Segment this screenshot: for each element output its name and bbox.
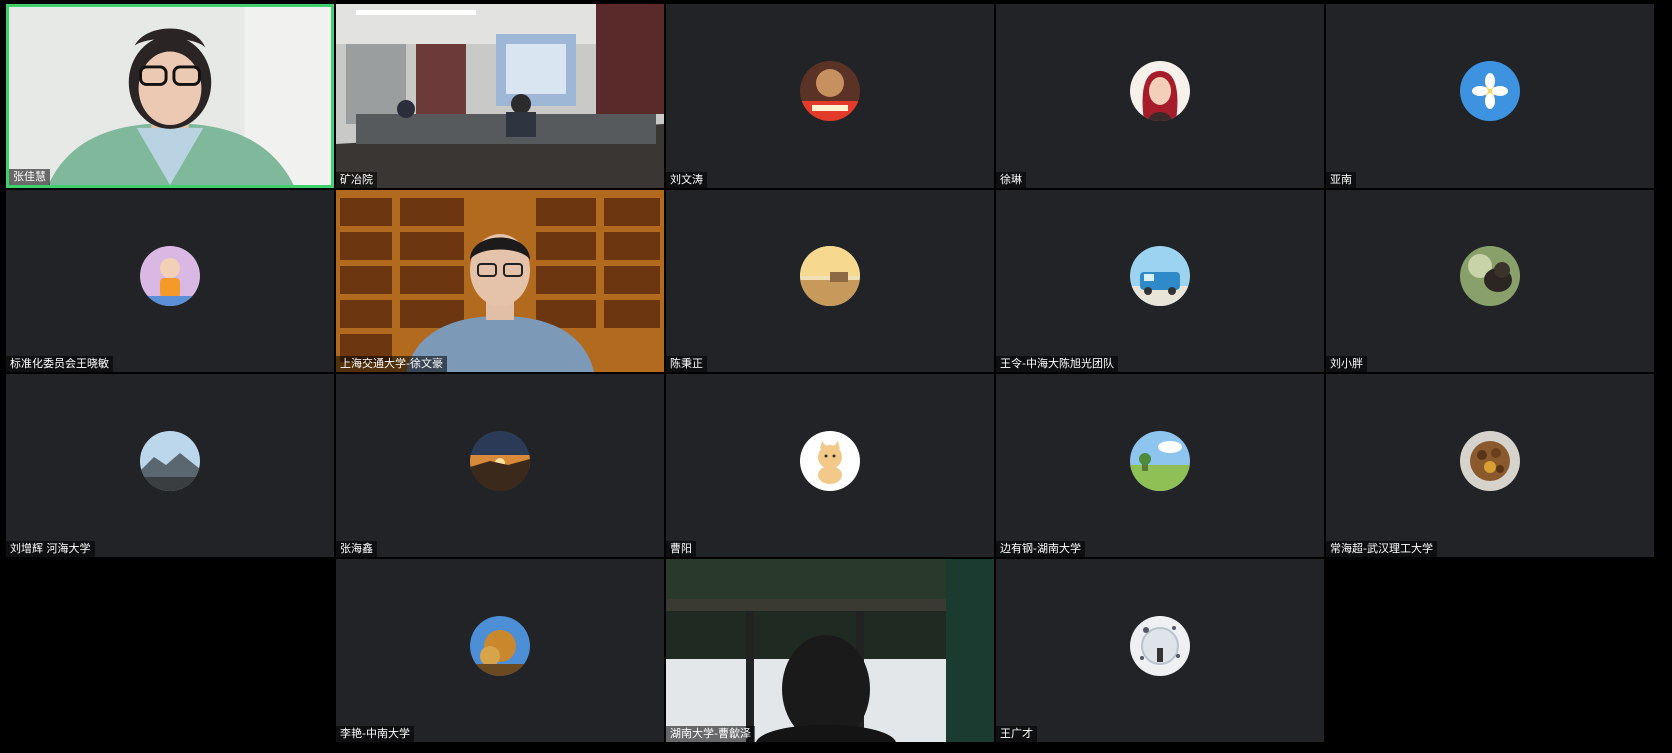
participant-tile[interactable]: 刘文涛: [666, 4, 994, 188]
meadow-avatar-icon: [1130, 430, 1190, 491]
participant-tile[interactable]: 亚南: [1326, 4, 1654, 188]
participant-name: 刘小胖: [1326, 356, 1367, 372]
participant-tile[interactable]: 张佳慧: [6, 4, 334, 188]
participant-name: 矿冶院: [336, 172, 377, 188]
participant-tile[interactable]: 刘小胖: [1326, 190, 1654, 372]
cartoon-girl-avatar-icon: [1130, 61, 1190, 121]
participant-name: 刘文涛: [666, 172, 707, 188]
participant-tile[interactable]: 陈秉正: [666, 190, 994, 372]
flower-sky-avatar-icon: [1460, 61, 1520, 121]
participant-tile[interactable]: 张海鑫: [336, 374, 664, 557]
participant-tile[interactable]: 上海交通大学-徐文豪: [336, 190, 664, 372]
participant-video: [666, 559, 994, 742]
participant-tile[interactable]: 徐琳: [996, 4, 1324, 188]
dog-avatar-icon: [1460, 246, 1520, 306]
participant-tile[interactable]: 李艳-中南大学: [336, 559, 664, 742]
participant-name: 张海鑫: [336, 541, 377, 557]
profile-photo-icon: [800, 61, 860, 121]
participant-name: 上海交通大学-徐文豪: [336, 356, 447, 372]
participant-video: [336, 4, 664, 188]
participant-tile[interactable]: 曹阳: [666, 374, 994, 557]
participant-name: 王广才: [996, 726, 1037, 742]
autumn-tree-avatar-icon: [470, 615, 530, 676]
participant-name: 标准化委员会王晓敏: [6, 356, 113, 372]
participant-name: 张佳慧: [9, 169, 50, 185]
cartoon-cat-avatar-icon: [800, 430, 860, 491]
participant-name: 李艳-中南大学: [336, 726, 414, 742]
sunset-avatar-icon: [470, 430, 530, 491]
participant-name: 曹阳: [666, 541, 696, 557]
participant-tile[interactable]: 标准化委员会王晓敏: [6, 190, 334, 372]
participant-video: [336, 190, 664, 372]
bubble-avatar-icon: [1130, 615, 1190, 676]
sunset-room-avatar-icon: [800, 246, 860, 306]
participant-name: 湖南大学-曹歙泽: [666, 726, 755, 742]
participant-name: 刘增辉 河海大学: [6, 541, 95, 557]
participant-video: [9, 7, 331, 185]
child-avatar-icon: [140, 246, 200, 306]
participant-tile[interactable]: 湖南大学-曹歙泽: [666, 559, 994, 742]
participant-name: 亚南: [1326, 172, 1356, 188]
blue-van-avatar-icon: [1130, 246, 1190, 306]
participant-name: 常海超-武汉理工大学: [1326, 541, 1437, 557]
participant-tile[interactable]: 王广才: [996, 559, 1324, 742]
participant-tile[interactable]: 常海超-武汉理工大学: [1326, 374, 1654, 557]
participant-tile[interactable]: 矿冶院: [336, 4, 664, 188]
participant-name: 徐琳: [996, 172, 1026, 188]
video-grid: 张佳慧 矿冶院 刘文涛 徐琳 亚南 标准化委员会王晓敏 上海交通大学-徐文豪 陈…: [0, 0, 1672, 753]
participant-name: 陈秉正: [666, 356, 707, 372]
participant-tile[interactable]: 刘增辉 河海大学: [6, 374, 334, 557]
mountain-avatar-icon: [140, 430, 200, 491]
food-avatar-icon: [1460, 430, 1520, 491]
participant-tile[interactable]: 王令-中海大陈旭光团队: [996, 190, 1324, 372]
participant-name: 边有钢-湖南大学: [996, 541, 1085, 557]
participant-name: 王令-中海大陈旭光团队: [996, 356, 1118, 372]
participant-tile[interactable]: 边有钢-湖南大学: [996, 374, 1324, 557]
